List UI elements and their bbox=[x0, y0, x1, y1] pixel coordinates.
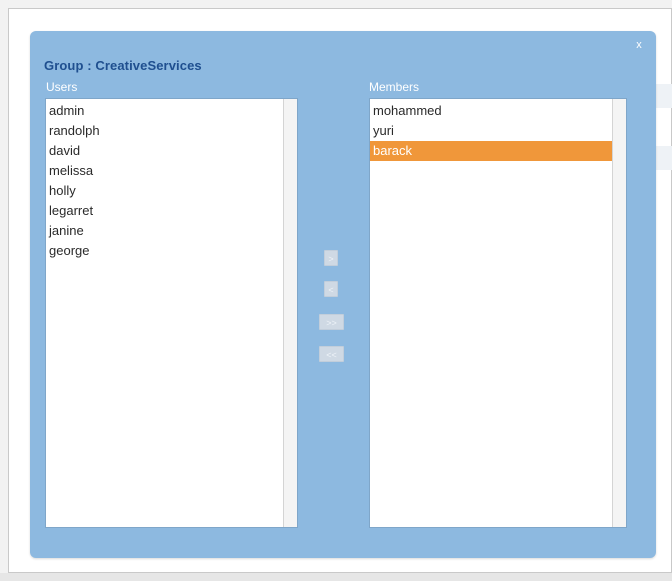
remove-selected-button[interactable]: < bbox=[324, 281, 338, 297]
members-listbox[interactable]: mohammed yuri barack bbox=[369, 98, 627, 528]
user-list-item[interactable]: janine bbox=[46, 221, 297, 241]
user-list-item[interactable]: david bbox=[46, 141, 297, 161]
bottom-bar bbox=[0, 573, 672, 581]
member-list-item[interactable]: yuri bbox=[370, 121, 626, 141]
member-list-item[interactable]: mohammed bbox=[370, 101, 626, 121]
remove-all-button[interactable]: << bbox=[319, 346, 344, 362]
user-list-item[interactable]: melissa bbox=[46, 161, 297, 181]
users-listbox[interactable]: admin randolph david melissa holly legarret ja… bbox=[45, 98, 298, 528]
user-list-item[interactable]: randolph bbox=[46, 121, 297, 141]
background-row bbox=[654, 146, 672, 170]
user-list-item[interactable]: admin bbox=[46, 101, 297, 121]
add-selected-button[interactable]: > bbox=[324, 250, 338, 266]
background-row bbox=[654, 84, 672, 108]
add-all-button[interactable]: >> bbox=[319, 314, 344, 330]
users-label: Users bbox=[46, 80, 78, 94]
group-members-dialog: x Group : CreativeServices Users admin ra… bbox=[30, 31, 656, 558]
close-button[interactable]: x bbox=[634, 39, 644, 51]
members-scrollbar[interactable] bbox=[612, 99, 626, 527]
user-list-item[interactable]: legarret bbox=[46, 201, 297, 221]
users-list: admin randolph david melissa holly legarret ja… bbox=[46, 99, 297, 261]
user-list-item[interactable]: george bbox=[46, 241, 297, 261]
members-list: mohammed yuri barack bbox=[370, 99, 626, 161]
user-list-item[interactable]: holly bbox=[46, 181, 297, 201]
dialog-title: Group : CreativeServices bbox=[44, 58, 202, 73]
member-list-item[interactable]: barack bbox=[370, 141, 626, 161]
users-scrollbar[interactable] bbox=[283, 99, 297, 527]
members-label: Members bbox=[369, 80, 420, 94]
